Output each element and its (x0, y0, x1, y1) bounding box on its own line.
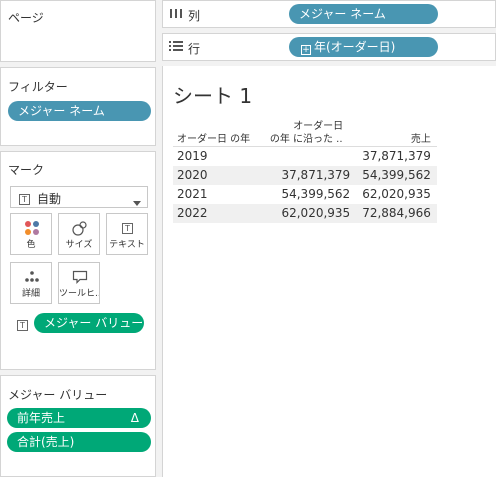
marks-panel[interactable]: マーク (0, 151, 156, 370)
plus-box-icon: + (301, 45, 311, 55)
marks-title: マーク (8, 163, 45, 177)
chevron-down-icon (133, 195, 141, 209)
cell-year: 2020 (173, 165, 257, 185)
sum-sales-pill[interactable]: 合計(売上) (7, 432, 151, 452)
measure-values-title: メジャー バリュー (8, 388, 108, 402)
crosstab-table: オーダー日 の年 オーダー日 の年 に沿った .. 売上 2019 37,871… (173, 120, 437, 223)
text-label: テキスト (109, 240, 145, 250)
cell-year: 2019 (177, 149, 208, 164)
cell-sales: 37,871,379 (362, 149, 431, 164)
header-previous-year: オーダー日 の年 に沿った .. (256, 120, 356, 147)
mark-type-dropdown[interactable]: T 自動 (10, 186, 148, 208)
header-prev-line2: の年 に沿った .. (269, 134, 343, 145)
detail-button[interactable]: 詳細 (10, 262, 52, 304)
rows-icon (169, 40, 183, 55)
delta-icon: Δ (130, 411, 139, 425)
rows-shelf[interactable]: 行 + 年(オーダー日) (162, 33, 496, 61)
cell-previous-year-sales: 54,399,562 (281, 187, 351, 201)
size-label: サイズ (65, 240, 93, 250)
year-order-date-row-pill[interactable]: + 年(オーダー日) (289, 37, 438, 57)
text-mark-icon: T (17, 317, 28, 331)
row-pill-label: 年(オーダー日) (314, 40, 396, 54)
color-button[interactable]: 色 (10, 213, 52, 255)
mark-type-icon: T (19, 191, 30, 205)
pages-panel[interactable]: ページ (0, 0, 156, 62)
previous-year-sales-label: 前年売上 (17, 411, 66, 425)
table-header-row: オーダー日 の年 オーダー日 の年 に沿った .. 売上 (173, 120, 437, 147)
tooltip-button[interactable]: ツールヒ... (58, 262, 100, 304)
previous-year-sales-pill[interactable]: 前年売上 Δ (7, 408, 151, 428)
header-sales: 売上 (410, 134, 431, 145)
cell-previous-year-sales (256, 147, 356, 166)
text-button[interactable]: T テキスト (106, 213, 148, 255)
detail-label: 詳細 (21, 289, 40, 299)
columns-icon (169, 7, 183, 22)
header-year: オーダー日 の年 (177, 134, 251, 145)
size-button[interactable]: サイズ (58, 213, 100, 255)
cell-year: 2021 (177, 187, 208, 201)
filters-title: フィルター (8, 80, 68, 94)
measure-names-column-pill[interactable]: メジャー ネーム (289, 4, 438, 24)
cell-year: 2022 (173, 203, 257, 223)
cell-sales: 54,399,562 (356, 165, 437, 185)
sheet-title: シート 1 (173, 84, 253, 108)
columns-shelf[interactable]: 列 メジャー ネーム (162, 0, 496, 28)
color-label: 色 (26, 240, 36, 250)
filters-panel[interactable]: フィルター メジャー ネーム (0, 67, 156, 146)
measure-names-filter-pill[interactable]: メジャー ネーム (8, 101, 151, 121)
mark-type-value: 自動 (37, 192, 62, 206)
measure-values-text-pill[interactable]: メジャー バリュー (34, 313, 144, 333)
cell-sales: 72,884,966 (356, 203, 437, 223)
cell-previous-year-sales: 62,020,935 (256, 203, 357, 223)
tooltip-label: ツールヒ... (59, 289, 99, 299)
table-row[interactable]: 2020 37,871,379 54,399,562 (173, 165, 437, 185)
cell-previous-year-sales: 37,871,379 (256, 165, 357, 185)
text-icon: T (122, 220, 133, 234)
table-row[interactable]: 2019 37,871,379 (173, 146, 437, 166)
columns-label: 列 (188, 9, 201, 23)
table-row[interactable]: 2021 54,399,562 62,020,935 (173, 185, 437, 204)
cell-sales: 62,020,935 (362, 187, 431, 201)
header-prev-line1: オーダー日 (293, 121, 344, 132)
table-row[interactable]: 2022 62,020,935 72,884,966 (173, 203, 437, 223)
rows-label: 行 (188, 42, 201, 56)
pages-title: ページ (8, 11, 44, 25)
